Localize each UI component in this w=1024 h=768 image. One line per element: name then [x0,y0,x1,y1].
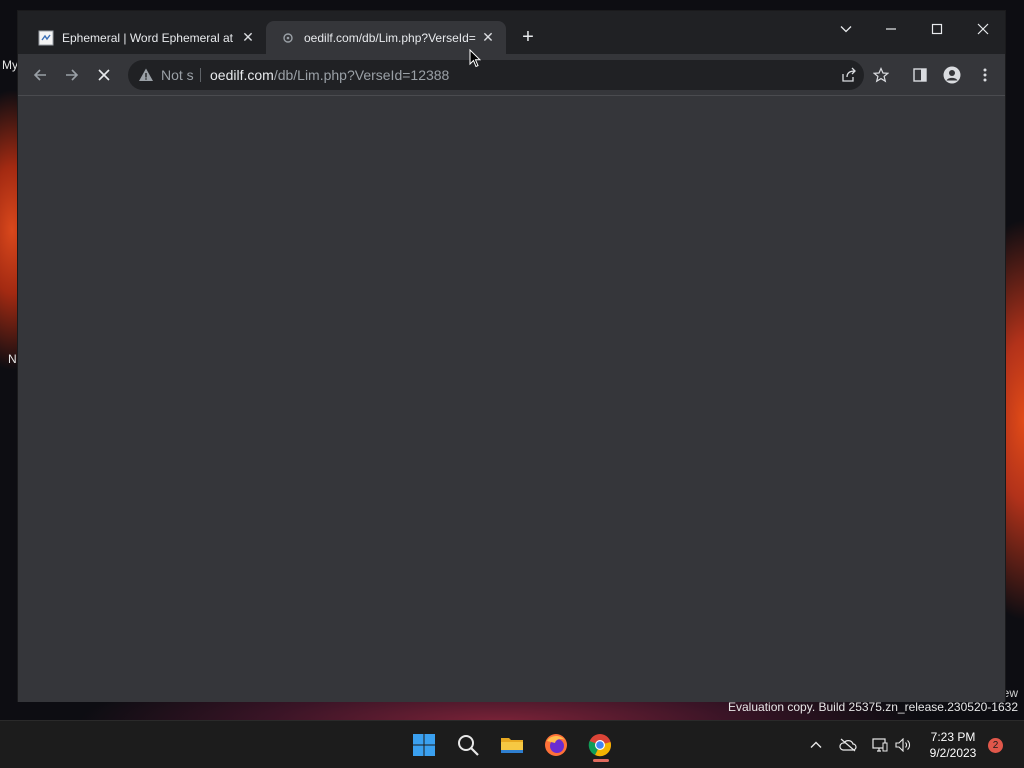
warning-icon[interactable] [138,67,154,83]
firefox-button[interactable] [540,729,572,761]
avatar-icon [943,66,961,84]
tab-title: oedilf.com/db/Lim.php?VerseId= [304,30,476,45]
loading-globe-icon [283,32,293,43]
file-explorer-button[interactable] [496,729,528,761]
side-panel-button[interactable] [908,63,932,87]
url-path: /db/Lim.php?VerseId=12388 [273,67,450,83]
side-panel-icon [913,68,927,82]
browser-window: Ephemeral | Word Ephemeral at C ✕ oedilf… [17,10,1006,702]
tab-title: Ephemeral | Word Ephemeral at C [62,30,236,45]
star-icon [872,67,890,83]
forward-button[interactable] [60,63,84,87]
bookmark-button[interactable] [869,63,893,87]
url-host: oedilf.com [210,67,274,83]
tab-ephemeral[interactable]: Ephemeral | Word Ephemeral at C ✕ [26,21,266,54]
chrome-icon [588,734,611,757]
folder-icon [501,738,523,753]
notification-badge[interactable]: 2 [988,738,1003,753]
active-app-indicator [593,759,609,762]
cloud-offline-icon [839,738,857,752]
maximize-icon [931,23,943,35]
start-button[interactable] [408,729,440,761]
evaluation-watermark: ew Evaluation copy. Build 25375.zn_relea… [728,686,1018,714]
desktop-icon-label-n[interactable]: N [8,352,17,366]
menu-button[interactable] [973,63,997,87]
arrow-left-icon [33,69,46,81]
minimize-button[interactable] [876,17,906,41]
onedrive-button[interactable] [838,735,858,755]
chrome-button[interactable] [584,729,616,761]
page-content-area[interactable] [18,96,1005,702]
network-button[interactable] [870,735,890,755]
share-button[interactable] [837,63,861,87]
close-icon [977,23,989,35]
clock[interactable]: 7:23 PM 9/2/2023 [921,729,985,761]
search-button[interactable] [452,729,484,761]
mouse-cursor-icon [469,49,481,68]
maximize-button[interactable] [922,17,952,41]
address-separator [200,68,201,82]
show-hidden-icons-button[interactable] [806,735,826,755]
share-icon [842,67,856,82]
browser-toolbar: Not s oedilf.com/db/Lim.php?VerseId=1238… [18,54,1005,96]
close-tab-icon[interactable]: ✕ [240,29,256,45]
clock-date: 9/2/2023 [929,746,977,760]
minimize-icon [886,28,896,30]
chevron-up-icon [810,741,822,748]
search-icon [458,735,479,756]
network-icon [872,738,888,752]
document-icon [38,30,54,45]
chevron-down-icon [840,26,852,33]
stop-loading-button[interactable] [92,63,116,87]
tab-strip: Ephemeral | Word Ephemeral at C ✕ oedilf… [18,11,1005,54]
url-text[interactable]: oedilf.com/db/Lim.php?VerseId=12388 [210,67,449,83]
address-bar[interactable]: Not s oedilf.com/db/Lim.php?VerseId=1238… [128,60,864,90]
close-tab-icon[interactable]: ✕ [480,29,496,45]
clock-time: 7:23 PM [930,730,976,744]
firefox-icon [545,734,567,756]
tab-search-button[interactable] [831,17,861,41]
volume-button[interactable] [893,735,913,755]
profile-button[interactable] [940,63,964,87]
security-chip-label[interactable]: Not s [161,67,195,83]
back-button[interactable] [28,63,52,87]
close-window-button[interactable] [968,17,998,41]
more-vertical-icon [983,68,987,82]
taskbar: 7:23 PM 9/2/2023 2 [0,720,1024,768]
desktop-icon-label-my[interactable]: My [2,58,18,72]
stop-x-icon [98,69,110,81]
windows-logo-icon [413,734,435,756]
watermark-line-2: Evaluation copy. Build 25375.zn_release.… [728,700,1018,714]
new-tab-button[interactable]: + [516,26,540,50]
arrow-right-icon [66,69,79,81]
speaker-icon [895,737,910,753]
